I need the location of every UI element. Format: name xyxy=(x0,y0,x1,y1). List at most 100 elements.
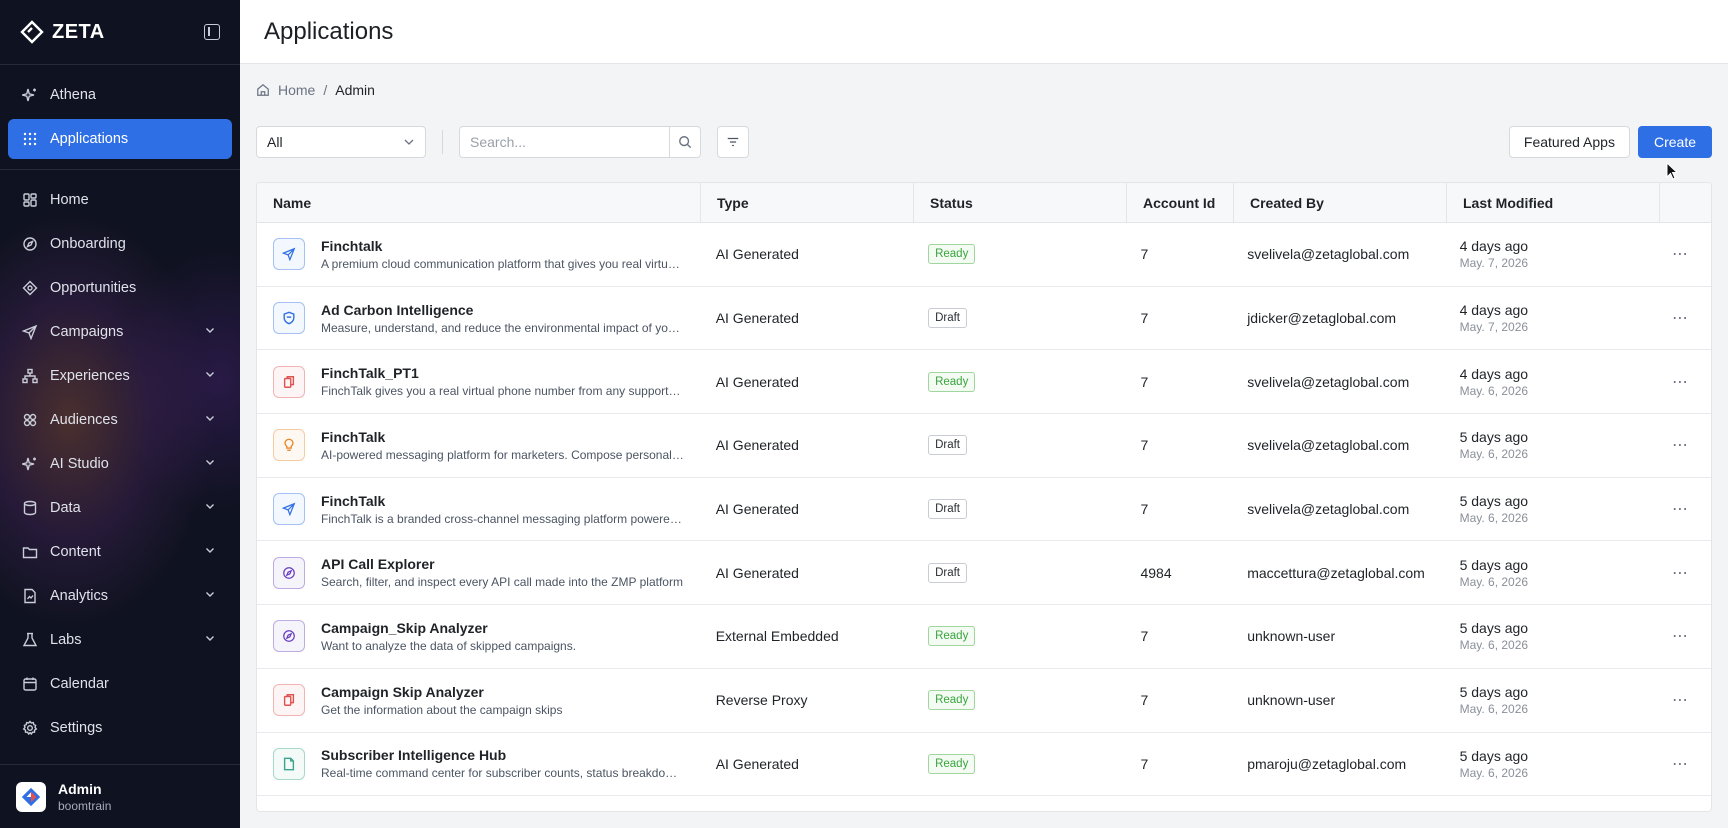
status-badge: Ready xyxy=(928,753,976,774)
cell-created-by: svelivela@zetaglobal.com xyxy=(1247,373,1410,390)
app-name[interactable]: Subscriber Intelligence Hub xyxy=(321,747,685,763)
cell-status: Ready xyxy=(912,223,1124,286)
filter-button[interactable] xyxy=(717,126,749,158)
sidebar-item-experiences[interactable]: Experiences xyxy=(8,356,232,396)
table-row[interactable]: FinchTalk AI-powered messaging platform f… xyxy=(257,414,1711,478)
column-header-type[interactable]: Type xyxy=(701,183,914,222)
more-actions-icon[interactable]: ⋯ xyxy=(1672,372,1689,392)
home-icon xyxy=(257,83,269,96)
sidebar-item-data[interactable]: Data xyxy=(8,488,232,528)
logo[interactable]: ZETA xyxy=(20,20,105,44)
sidebar-item-campaigns[interactable]: Campaigns xyxy=(8,312,232,352)
more-actions-icon[interactable]: ⋯ xyxy=(1672,499,1689,519)
search-box xyxy=(459,126,701,158)
send-icon xyxy=(282,247,296,262)
table-row[interactable]: Ad Carbon Intelligence Measure, understan… xyxy=(257,287,1711,351)
page-title: Applications xyxy=(264,17,394,45)
chevron-down-icon xyxy=(204,588,216,604)
cell-name: Finchtalk A premium cloud communication p… xyxy=(257,223,700,286)
more-actions-icon[interactable]: ⋯ xyxy=(1672,435,1689,455)
cell-last-modified: 4 days ago May. 7, 2026 xyxy=(1444,223,1656,286)
cell-last-modified: 5 days ago May. 6, 2026 xyxy=(1444,733,1656,796)
table-row[interactable]: FinchTalk_PT1 FinchTalk gives you a real … xyxy=(257,350,1711,415)
sidebar-item-content[interactable]: Content xyxy=(8,532,232,572)
status-badge: Draft xyxy=(928,499,967,520)
table-row[interactable]: Subscriber Intelligence Hub Real-time com… xyxy=(257,733,1711,797)
cell-created-by: jdicker@zetaglobal.com xyxy=(1247,310,1397,327)
sidebar-item-opportunities[interactable]: Opportunities xyxy=(8,268,232,308)
app-description: Want to analyze the data of skipped camp… xyxy=(321,638,577,653)
cell-last-modified: 4 days ago May. 7, 2026 xyxy=(1444,287,1656,350)
more-actions-icon[interactable]: ⋯ xyxy=(1672,754,1689,774)
type-filter-select[interactable]: All xyxy=(256,126,426,158)
sidebar-item-label: Calendar xyxy=(50,676,109,692)
app-name[interactable]: FinchTalk xyxy=(321,429,685,445)
sidebar-item-athena[interactable]: Athena xyxy=(8,75,232,115)
app-name[interactable]: Campaign Skip Analyzer xyxy=(321,684,685,700)
table-header: Name Type Status Account Id Created By L… xyxy=(257,183,1711,223)
modified-date: May. 6, 2026 xyxy=(1459,765,1529,780)
app-description: FinchTalk gives you a real virtual phone… xyxy=(321,384,685,399)
modified-relative: 4 days ago xyxy=(1459,365,1529,382)
brand-name: ZETA xyxy=(52,20,105,43)
cell-created-by: svelivela@zetaglobal.com xyxy=(1247,501,1410,518)
sidebar-item-home[interactable]: Home xyxy=(8,180,232,220)
app-name[interactable]: FinchTalk xyxy=(321,493,685,509)
table-row[interactable]: Campaign Skip Analyzer Get the informatio… xyxy=(257,669,1711,733)
user-name: Admin xyxy=(58,780,102,797)
app-description: Search, filter, and inspect every API ca… xyxy=(321,575,683,590)
sidebar-item-label: Analytics xyxy=(50,588,109,604)
create-button[interactable]: Create xyxy=(1637,126,1712,158)
status-badge: Draft xyxy=(928,562,967,583)
cell-type: AI Generated xyxy=(715,373,799,390)
sidebar-item-calendar[interactable]: Calendar xyxy=(8,664,232,704)
more-actions-icon[interactable]: ⋯ xyxy=(1672,690,1689,710)
app-description: AI-powered messaging platform for market… xyxy=(321,447,685,462)
search-input[interactable] xyxy=(460,127,669,157)
app-name[interactable]: FinchTalk_PT1 xyxy=(321,365,685,381)
table-row[interactable]: FinchTalk FinchTalk is a branded cross-ch… xyxy=(257,478,1711,542)
chevron-down-icon xyxy=(204,456,216,472)
breadcrumb-home[interactable]: Home xyxy=(278,82,315,98)
more-actions-icon[interactable]: ⋯ xyxy=(1672,244,1689,264)
sidebar-item-onboarding[interactable]: Onboarding xyxy=(8,224,232,264)
app-name[interactable]: API Call Explorer xyxy=(321,556,685,572)
sidebar-item-label: Experiences xyxy=(50,368,130,384)
user-profile[interactable]: Admin boomtrain xyxy=(0,764,240,828)
cell-last-modified: 5 days ago May. 6, 2026 xyxy=(1444,414,1656,477)
more-actions-icon[interactable]: ⋯ xyxy=(1672,563,1689,583)
modified-date: May. 6, 2026 xyxy=(1459,574,1529,589)
column-header-name[interactable]: Name xyxy=(257,183,701,222)
column-header-last-modified[interactable]: Last Modified xyxy=(1447,183,1660,222)
sidebar-item-labs[interactable]: Labs xyxy=(8,620,232,660)
column-header-created-by[interactable]: Created By xyxy=(1234,183,1447,222)
more-actions-icon[interactable]: ⋯ xyxy=(1672,308,1689,328)
sidebar-item-analytics[interactable]: Analytics xyxy=(8,576,232,616)
column-header-account-id[interactable]: Account Id xyxy=(1127,183,1234,222)
table-row[interactable]: API Call Explorer Search, filter, and ins… xyxy=(257,541,1711,606)
breadcrumb-current: Admin xyxy=(335,82,375,98)
table-row[interactable]: Campaign_Skip Analyzer Want to analyze th… xyxy=(257,605,1711,669)
table-row[interactable]: Finchtalk A premium cloud communication p… xyxy=(257,223,1711,287)
sidebar-item-audiences[interactable]: Audiences xyxy=(8,400,232,440)
sidebar-item-settings[interactable]: Settings xyxy=(8,708,232,748)
dashboard-icon xyxy=(22,192,38,208)
featured-apps-button[interactable]: Featured Apps xyxy=(1508,126,1630,158)
more-actions-icon[interactable]: ⋯ xyxy=(1672,626,1689,646)
column-header-status[interactable]: Status xyxy=(914,183,1127,222)
sidebar-item-ai-studio[interactable]: AI Studio xyxy=(8,444,232,484)
app-name[interactable]: Finchtalk xyxy=(321,238,685,254)
sidebar-top-nav: Athena Applications xyxy=(0,65,240,169)
calendar-icon xyxy=(22,676,38,692)
cell-actions: ⋯ xyxy=(1656,478,1711,541)
cell-name: API Call Explorer Search, filter, and ins… xyxy=(257,541,700,604)
type-filter-value: All xyxy=(267,134,283,150)
collapse-sidebar-icon[interactable] xyxy=(204,24,220,40)
search-button[interactable] xyxy=(669,127,700,157)
sidebar-item-label: Home xyxy=(50,192,89,208)
app-name[interactable]: Campaign_Skip Analyzer xyxy=(321,620,685,636)
cell-created-by: svelivela@zetaglobal.com xyxy=(1247,437,1410,454)
app-icon-box xyxy=(273,747,305,780)
sidebar-item-applications[interactable]: Applications xyxy=(8,119,232,159)
app-name[interactable]: Ad Carbon Intelligence xyxy=(321,302,685,318)
